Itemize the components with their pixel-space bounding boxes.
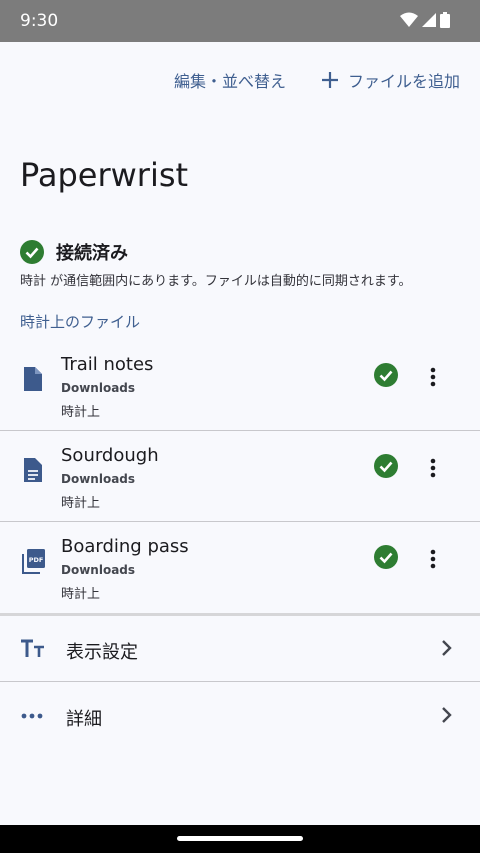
plus-icon [321,72,338,88]
connection-description: 時計 が通信範囲内にあります。ファイルは自動的に同期されます。 [20,274,412,289]
connection-status: 接続済み [20,239,128,265]
file-name: Boarding pass [61,536,189,557]
status-time: 9:30 [20,11,59,31]
files-section-title: 時計上のファイル [20,313,141,331]
edit-sort-button[interactable]: 編集・並べ替え [174,68,286,92]
pdf-icon: PDF [22,549,45,574]
svg-text:PDF: PDF [29,556,44,564]
file-icon [24,367,42,391]
file-folder: Downloads [61,472,136,486]
add-file-button[interactable]: ファイルを追加 [320,68,460,92]
menu-item-label: 表示設定 [66,642,138,663]
file-location: 時計上 [61,496,101,511]
check-circle-icon [374,454,398,478]
check-circle-icon [374,545,398,569]
more-vert-icon[interactable] [418,545,448,573]
file-row[interactable]: PDF Boarding pass Downloads 時計上 [0,523,480,613]
more-horiz-icon [21,713,43,719]
add-file-label: ファイルを追加 [347,72,460,91]
check-circle-icon [374,363,398,387]
file-name: Sourdough [61,445,159,466]
top-actions: 編集・並べ替え ファイルを追加 [174,68,460,92]
wifi-icon [400,12,418,27]
connection-label: 接続済み [56,243,128,264]
chevron-right-icon [442,707,452,723]
app-title: Paperwrist [20,156,189,194]
file-location: 時計上 [61,587,101,602]
file-row[interactable]: Sourdough Downloads 時計上 [0,432,480,522]
file-row[interactable]: Trail notes Downloads 時計上 [0,341,480,431]
text-size-icon [21,639,44,657]
chevron-right-icon [442,640,452,656]
more-vert-icon[interactable] [418,363,448,391]
battery-icon [440,12,450,28]
file-folder: Downloads [61,563,136,577]
check-circle-icon [20,240,44,264]
file-name: Trail notes [61,354,154,375]
signal-icon [422,13,436,27]
document-icon [24,458,42,482]
menu-item-display-settings[interactable]: 表示設定 [0,616,480,682]
file-location: 時計上 [61,405,101,420]
menu-item-details[interactable]: 詳細 [0,683,480,749]
more-vert-icon[interactable] [418,454,448,482]
home-handle[interactable] [177,836,303,841]
status-icons [400,12,450,28]
navigation-bar [0,825,480,853]
menu-item-label: 詳細 [66,709,102,730]
status-bar: 9:30 [0,0,480,42]
file-folder: Downloads [61,381,136,395]
